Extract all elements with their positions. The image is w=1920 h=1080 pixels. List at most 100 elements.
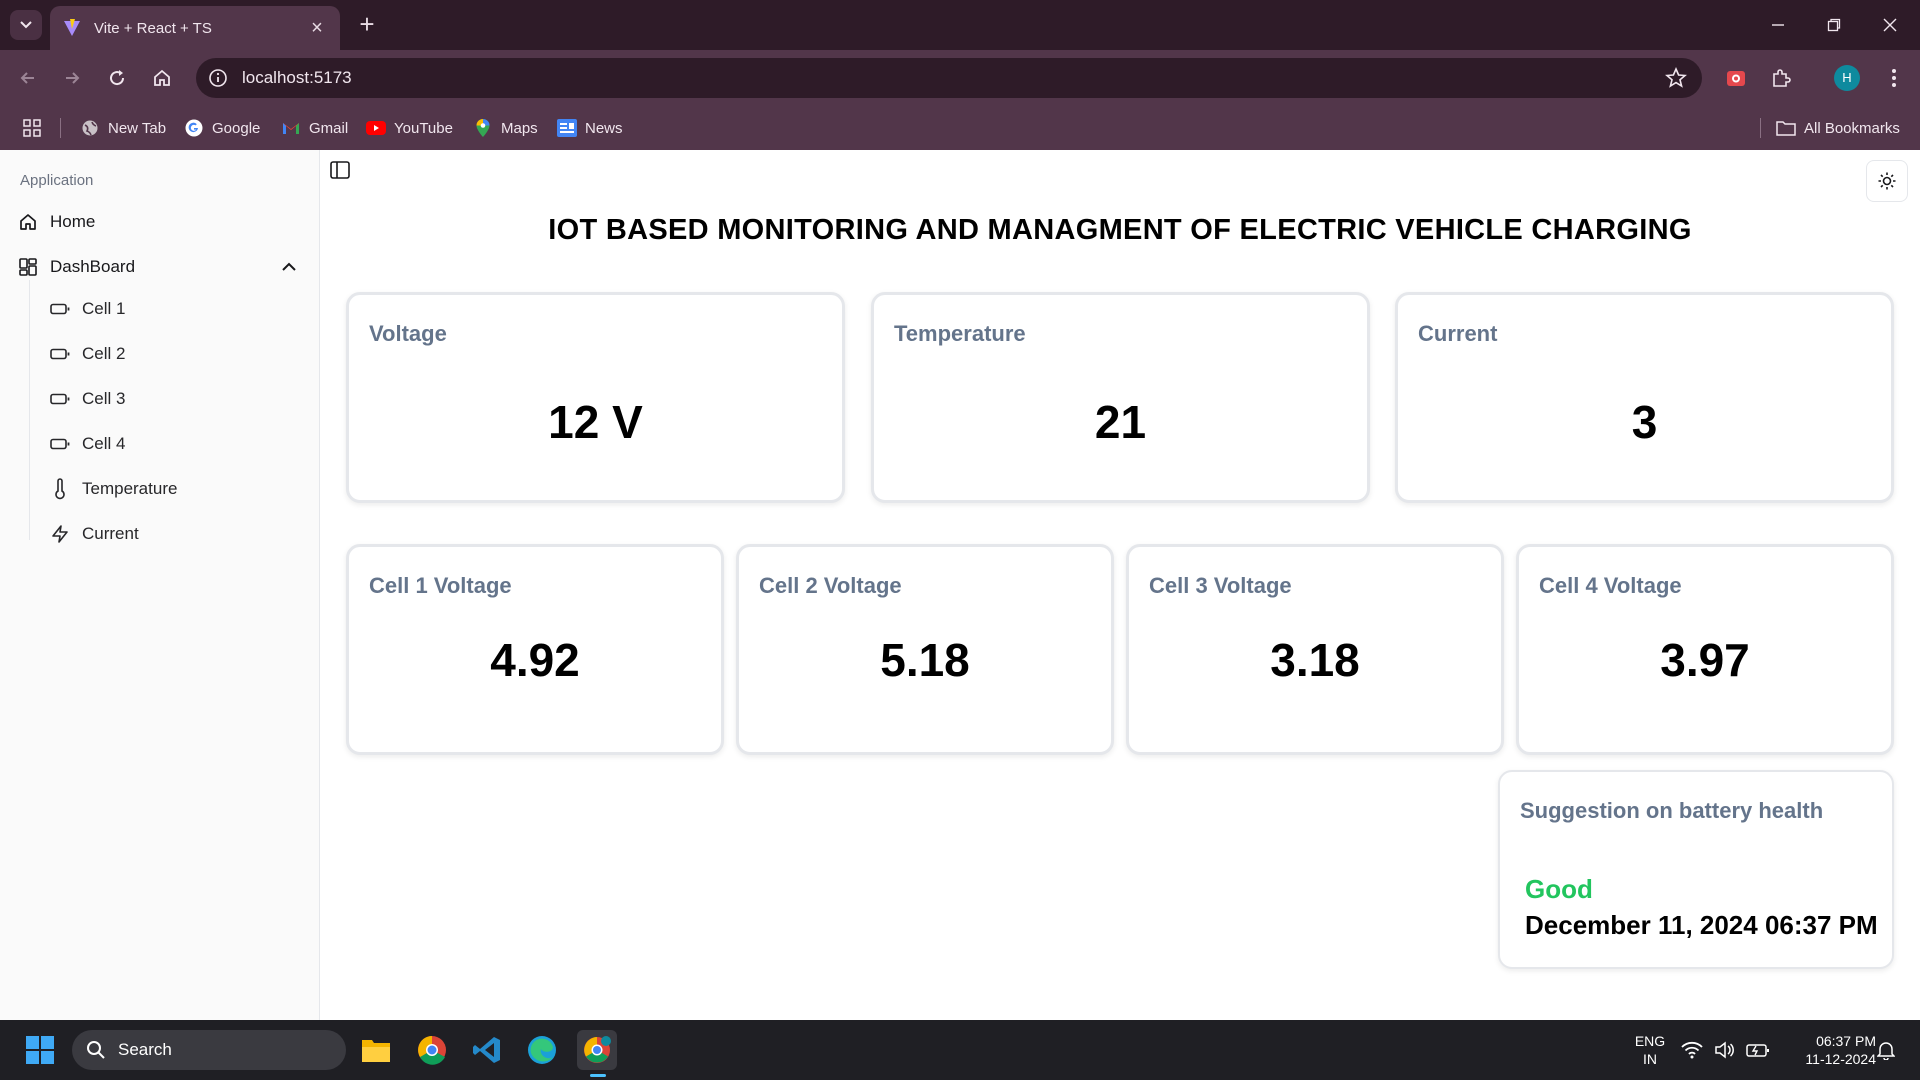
battery-button[interactable]	[1744, 1030, 1772, 1070]
maps-icon	[476, 119, 490, 137]
chrome-active-taskbar-button[interactable]	[577, 1030, 617, 1070]
sidebar-item-temperature[interactable]: Temperature	[48, 473, 177, 505]
bookmark-new-tab[interactable]: New Tab	[80, 116, 166, 140]
tab-search-button[interactable]	[10, 10, 42, 40]
sidebar-item-label: Temperature	[82, 479, 178, 498]
vscode-taskbar-button[interactable]	[467, 1030, 507, 1070]
windows-taskbar: Search ENG IN 06:37 PM 11-12-2024	[0, 1020, 1920, 1080]
theme-toggle-button[interactable]	[1866, 160, 1908, 202]
apps-button[interactable]	[22, 116, 42, 140]
minimize-button[interactable]	[1750, 0, 1806, 50]
card-title: Cell 2 Voltage	[759, 573, 902, 598]
bookmark-gmail[interactable]: Gmail	[281, 116, 348, 140]
reload-button[interactable]	[101, 62, 133, 94]
card-title: Temperature	[894, 321, 1026, 346]
forward-button[interactable]	[56, 62, 88, 94]
panel-left-icon[interactable]	[328, 158, 352, 182]
battery-icon	[50, 303, 70, 315]
vscode-icon	[473, 1037, 500, 1063]
home-icon	[20, 214, 36, 230]
battery-charging-icon	[1746, 1044, 1769, 1057]
chrome-profile-icon	[584, 1036, 611, 1063]
card-value: 4.92	[490, 634, 580, 686]
extension-logo-icon	[1727, 71, 1745, 86]
sidebar-item-home[interactable]: Home	[16, 205, 95, 239]
active-app-indicator	[590, 1074, 606, 1077]
voltage-card: Voltage 12 V	[346, 292, 845, 503]
sidebar-item-label: DashBoard	[50, 257, 136, 276]
extensions-menu-button[interactable]	[1765, 62, 1797, 94]
restore-button[interactable]	[1806, 0, 1862, 50]
home-button[interactable]	[146, 62, 178, 94]
folder-icon	[362, 1040, 390, 1062]
language-indicator[interactable]: ENG IN	[1628, 1032, 1672, 1068]
close-tab-icon[interactable]: ×	[306, 17, 328, 40]
battery-icon	[50, 393, 70, 405]
sidebar-item-label: Cell 3	[82, 389, 126, 408]
arrow-right-icon	[66, 72, 80, 84]
sidebar-item-cell-4[interactable]: Cell 4	[48, 428, 125, 460]
close-window-button[interactable]	[1862, 0, 1918, 50]
bookmark-news[interactable]: News	[557, 116, 623, 140]
bookmark-label: Maps	[501, 119, 538, 137]
sidebar-item-cell-3[interactable]: Cell 3	[48, 383, 125, 415]
sidebar-item-cell-1[interactable]: Cell 1	[48, 293, 125, 325]
bookmarks-bar: New Tab Google Gmail YouTube Maps News A…	[0, 106, 1920, 150]
battery-icon	[50, 348, 70, 360]
browser-tab-bar: Vite + React + TS × +	[0, 0, 1920, 50]
card-title: Cell 1 Voltage	[369, 573, 512, 598]
search-placeholder: Search	[118, 1040, 172, 1059]
all-bookmarks-label: All Bookmarks	[1804, 119, 1900, 137]
bookmark-google[interactable]: Google	[184, 116, 260, 140]
sun-icon	[1878, 172, 1896, 190]
back-button[interactable]	[12, 62, 44, 94]
battery-suggestion-card: Suggestion on battery health Good Decemb…	[1498, 770, 1894, 969]
start-button[interactable]	[20, 1030, 60, 1070]
language-code: ENG	[1634, 1033, 1666, 1049]
site-info-icon[interactable]	[206, 66, 230, 90]
sidebar-item-cell-2[interactable]: Cell 2	[48, 338, 125, 370]
suggestion-timestamp: December 11, 2024 06:37 PM	[1525, 910, 1878, 940]
profile-avatar[interactable]: H	[1834, 65, 1860, 91]
browser-toolbar: localhost:5173 H	[0, 50, 1920, 106]
bookmark-youtube[interactable]: YouTube	[366, 116, 453, 140]
sidebar-item-current[interactable]: Current	[48, 518, 139, 550]
browser-menu-button[interactable]	[1878, 62, 1910, 94]
battery-health-status: Good	[1525, 874, 1593, 904]
card-value: 3	[1631, 396, 1658, 448]
submenu-guide-line	[29, 280, 30, 540]
card-value: 21	[1094, 396, 1147, 448]
clock[interactable]: 06:37 PM 11-12-2024	[1782, 1032, 1876, 1068]
wifi-icon	[1681, 1041, 1703, 1059]
chrome-taskbar-button[interactable]	[412, 1030, 452, 1070]
all-bookmarks-button[interactable]: All Bookmarks	[1776, 116, 1900, 140]
taskbar-search[interactable]: Search	[72, 1030, 346, 1070]
bookmark-label: Google	[212, 119, 261, 137]
sidebar-item-label: Cell 2	[82, 344, 126, 363]
sidebar-item-dashboard[interactable]: DashBoard	[16, 250, 135, 284]
edge-taskbar-button[interactable]	[522, 1030, 562, 1070]
address-bar[interactable]: localhost:5173	[196, 58, 1702, 98]
bookmarks-divider	[1760, 118, 1761, 138]
new-tab-button[interactable]: +	[352, 10, 382, 40]
volume-button[interactable]	[1713, 1030, 1737, 1070]
bookmark-label: New Tab	[108, 119, 167, 137]
clock-date: 11-12-2024	[1805, 1051, 1876, 1067]
folder-icon	[1776, 121, 1796, 136]
cell-1-voltage-card: Cell 1 Voltage 4.92	[346, 544, 724, 755]
gmail-icon	[283, 123, 299, 134]
bookmark-label: YouTube	[394, 119, 453, 137]
chevron-up-icon[interactable]	[278, 256, 300, 278]
bookmark-maps[interactable]: Maps	[473, 116, 538, 140]
card-value: 5.18	[880, 634, 970, 686]
reload-icon	[110, 70, 125, 86]
card-title: Cell 3 Voltage	[1149, 573, 1292, 598]
bookmark-star-icon[interactable]	[1664, 66, 1688, 90]
battery-icon	[50, 438, 70, 450]
file-explorer-button[interactable]	[356, 1030, 396, 1070]
browser-tab[interactable]: Vite + React + TS ×	[50, 6, 340, 50]
notifications-button[interactable]	[1874, 1030, 1898, 1070]
layout-dashboard-icon	[19, 258, 37, 276]
extension-button[interactable]	[1720, 62, 1752, 94]
wifi-button[interactable]	[1680, 1030, 1704, 1070]
